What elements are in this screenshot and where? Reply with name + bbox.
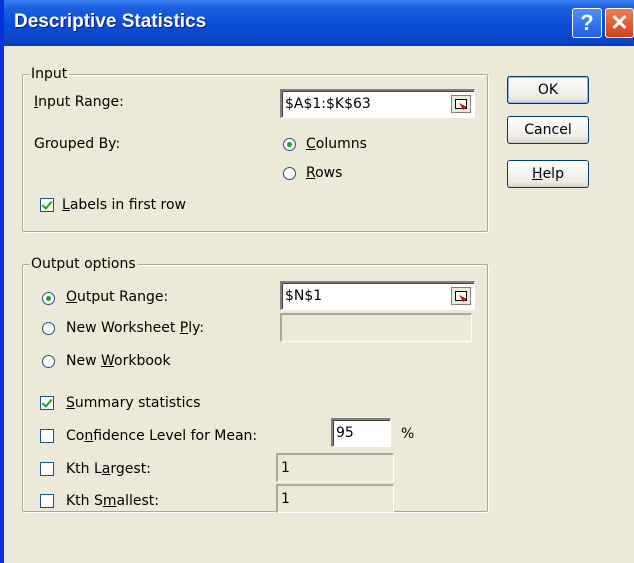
output-options-title: Output options xyxy=(29,255,138,273)
ok-button[interactable]: OK xyxy=(507,76,589,104)
output-range-field[interactable]: $N$1 xyxy=(280,281,475,310)
input-range-label: Input Range: xyxy=(34,94,124,110)
kth-smallest-checkbox[interactable] xyxy=(40,494,54,508)
confidence-level-label[interactable]: Confidence Level for Mean: xyxy=(66,426,257,446)
kth-largest-value: 1 xyxy=(281,460,290,476)
labels-first-row-label[interactable]: Labels in first row xyxy=(62,195,186,215)
rows-radio[interactable] xyxy=(283,167,296,180)
help-button[interactable]: Help xyxy=(507,160,589,188)
dialog-title: Descriptive Statistics xyxy=(14,11,207,32)
new-worksheet-ply-radio[interactable] xyxy=(42,322,55,335)
help-icon[interactable]: ? xyxy=(572,8,602,38)
columns-label[interactable]: Columns xyxy=(306,134,367,154)
output-range-radio[interactable] xyxy=(42,292,55,305)
close-icon[interactable]: ✕ xyxy=(605,8,634,38)
new-worksheet-ply-label[interactable]: New Worksheet Ply: xyxy=(66,318,204,338)
title-bar[interactable]: Descriptive Statistics ? ✕ xyxy=(4,0,634,46)
input-group-title: Input xyxy=(29,65,70,83)
summary-statistics-checkbox[interactable] xyxy=(40,396,54,410)
grouped-by-label: Grouped By: xyxy=(34,136,121,152)
confidence-level-checkbox[interactable] xyxy=(40,429,54,443)
input-range-field[interactable]: $A$1:$K$63 xyxy=(280,89,475,118)
output-range-value: $N$1 xyxy=(285,288,323,304)
collapse-dialog-icon[interactable] xyxy=(451,287,471,305)
collapse-dialog-icon[interactable] xyxy=(451,95,471,113)
kth-largest-checkbox[interactable] xyxy=(40,462,54,476)
input-range-value: $A$1:$K$63 xyxy=(285,96,371,112)
confidence-level-field[interactable]: 95 xyxy=(331,418,391,447)
kth-largest-label[interactable]: Kth Largest: xyxy=(66,459,151,479)
new-workbook-label[interactable]: New Workbook xyxy=(66,351,171,371)
kth-smallest-label[interactable]: Kth Smallest: xyxy=(66,491,159,511)
summary-statistics-label[interactable]: Summary statistics xyxy=(66,393,201,413)
kth-largest-field[interactable]: 1 xyxy=(276,453,394,482)
labels-first-row-checkbox[interactable] xyxy=(40,198,54,212)
new-workbook-radio[interactable] xyxy=(42,355,55,368)
kth-smallest-value: 1 xyxy=(281,491,290,507)
output-range-label[interactable]: Output Range: xyxy=(66,287,168,307)
kth-smallest-field[interactable]: 1 xyxy=(276,484,394,513)
columns-radio[interactable] xyxy=(283,138,296,151)
confidence-level-value: 95 xyxy=(336,425,354,441)
descriptive-statistics-dialog: Descriptive Statistics ? ✕ Input Input R… xyxy=(0,0,634,563)
cancel-button[interactable]: Cancel xyxy=(507,116,589,144)
new-worksheet-ply-field[interactable] xyxy=(280,313,472,342)
percent-label: % xyxy=(401,426,415,442)
rows-label[interactable]: Rows xyxy=(306,163,342,183)
